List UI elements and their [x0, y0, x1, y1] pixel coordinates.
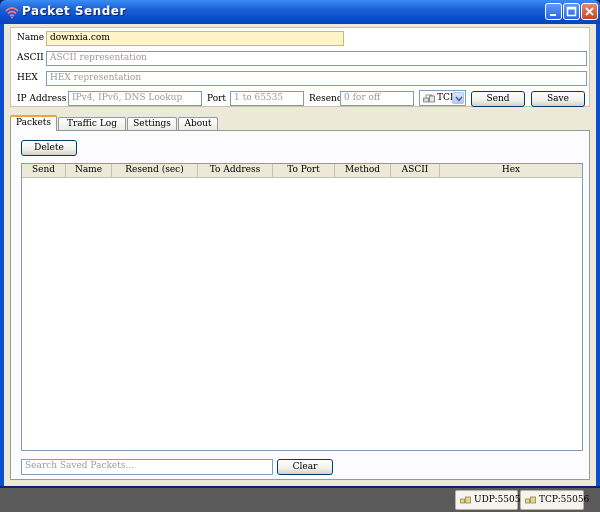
minimize-icon	[550, 14, 556, 16]
window-border-right	[596, 24, 600, 486]
column-header-to-port[interactable]: To Port	[273, 164, 335, 178]
minimize-button[interactable]	[545, 3, 562, 20]
udp-port-label: UDP:55056	[474, 495, 527, 505]
ip-address-label: IP Address	[17, 94, 67, 104]
wifi-icon	[5, 7, 19, 19]
table-header: Send Name Resend (sec) To Address To Por…	[22, 164, 582, 178]
network-icon	[460, 496, 471, 504]
tab-settings[interactable]: Settings	[127, 117, 177, 130]
tab-traffic-log[interactable]: Traffic Log	[58, 117, 126, 130]
title-bar[interactable]: Packet Sender	[0, 0, 600, 24]
protocol-dropdown-button[interactable]	[452, 92, 464, 104]
resend-input[interactable]: 0 for off	[340, 91, 414, 106]
ascii-label: ASCII	[17, 53, 44, 63]
save-button[interactable]: Save	[531, 91, 585, 107]
tab-packets[interactable]: Packets	[10, 115, 57, 131]
port-input[interactable]: 1 to 65535	[230, 91, 304, 106]
protocol-select[interactable]: TCP	[419, 90, 466, 106]
column-header-name[interactable]: Name	[66, 164, 112, 178]
column-header-resend[interactable]: Resend (sec)	[112, 164, 198, 178]
ip-address-input[interactable]: IPv4, IPv6, DNS Lookup	[68, 91, 202, 106]
packets-panel: Delete Send Name Resend (sec) To Address…	[10, 130, 590, 480]
hex-label: HEX	[17, 73, 38, 83]
tab-about[interactable]: About	[178, 117, 218, 130]
ascii-input[interactable]: ASCII representation	[46, 51, 587, 66]
close-icon	[585, 7, 594, 16]
app-window: Packet Sender Name downxia.com ASCII ASC…	[0, 0, 600, 512]
maximize-icon	[566, 6, 577, 17]
tcp-status[interactable]: TCP:55056	[520, 490, 589, 510]
name-input[interactable]: downxia.com	[46, 31, 344, 46]
maximize-button[interactable]	[563, 3, 580, 20]
column-header-ascii[interactable]: ASCII	[391, 164, 440, 178]
column-header-method[interactable]: Method	[335, 164, 391, 178]
column-header-to-address[interactable]: To Address	[198, 164, 273, 178]
tcp-port-label: TCP:55056	[539, 495, 590, 505]
client-area: Name downxia.com ASCII ASCII representat…	[4, 24, 596, 486]
packets-table[interactable]: Send Name Resend (sec) To Address To Por…	[21, 163, 583, 451]
hex-input[interactable]: HEX representation	[46, 71, 587, 86]
send-button[interactable]: Send	[471, 91, 525, 107]
column-header-send[interactable]: Send	[22, 164, 66, 178]
close-button[interactable]	[581, 3, 598, 20]
port-label: Port	[207, 94, 227, 104]
udp-status[interactable]: UDP:55056	[455, 490, 526, 510]
network-icon	[423, 94, 435, 103]
search-saved-packets-input[interactable]: Search Saved Packets...	[21, 459, 273, 475]
window-title: Packet Sender	[22, 4, 126, 18]
delete-button[interactable]: Delete	[21, 140, 77, 156]
column-header-hex[interactable]: Hex	[440, 164, 582, 178]
resend-label: Resend	[309, 94, 343, 104]
packet-editor: Name downxia.com ASCII ASCII representat…	[10, 27, 590, 107]
chevron-down-icon	[455, 96, 463, 102]
network-icon	[525, 496, 536, 504]
name-label: Name	[17, 33, 45, 43]
clear-button[interactable]: Clear	[277, 459, 333, 475]
